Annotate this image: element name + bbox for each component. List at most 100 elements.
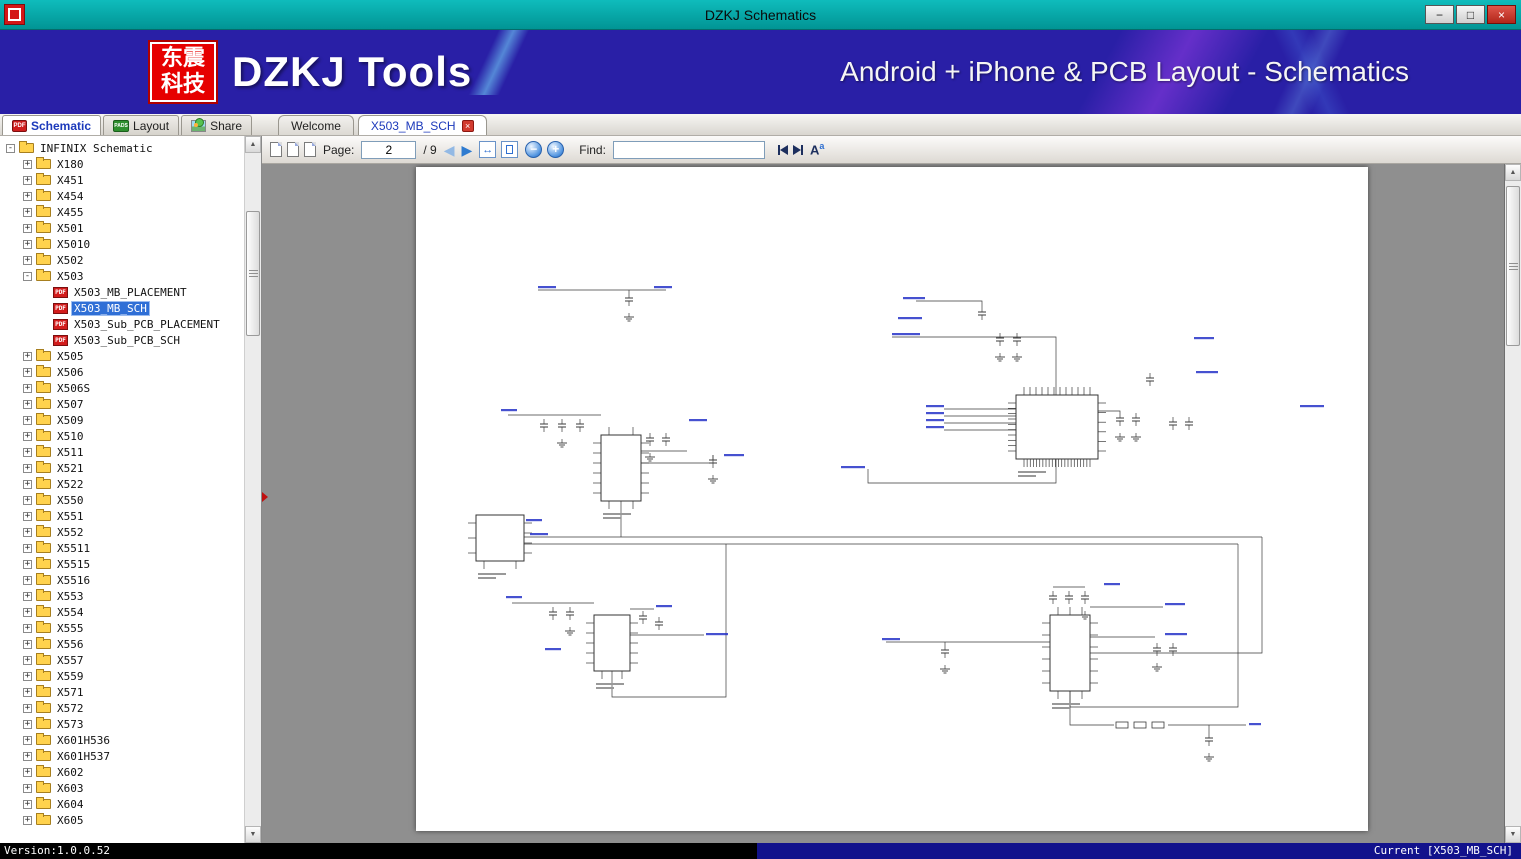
expand-icon[interactable]: +: [23, 799, 32, 809]
expand-icon[interactable]: +: [23, 447, 32, 457]
expand-icon[interactable]: +: [23, 159, 32, 169]
tree-item-folder[interactable]: + X509: [0, 412, 244, 428]
fit-width-icon[interactable]: ↔: [479, 141, 497, 158]
scroll-up-icon[interactable]: ▲: [245, 136, 261, 153]
expand-icon[interactable]: +: [23, 767, 32, 777]
expand-icon[interactable]: +: [23, 191, 32, 201]
tree-item-folder[interactable]: + X451: [0, 172, 244, 188]
tree-item-folder[interactable]: + X5010: [0, 236, 244, 252]
tree-item-folder[interactable]: + X551: [0, 508, 244, 524]
maximize-button[interactable]: □: [1456, 5, 1485, 24]
tree-item-folder[interactable]: + X180: [0, 156, 244, 172]
expand-icon[interactable]: +: [23, 175, 32, 185]
copy-page-icon[interactable]: [287, 139, 305, 157]
tree-item-folder[interactable]: + X506S: [0, 380, 244, 396]
viewer-scrollbar[interactable]: ▲ ▼: [1504, 164, 1521, 843]
tree-item-folder[interactable]: + X522: [0, 476, 244, 492]
expand-icon[interactable]: +: [23, 431, 32, 441]
expand-icon[interactable]: +: [23, 783, 32, 793]
tree-item-folder[interactable]: + X510: [0, 428, 244, 444]
expand-icon[interactable]: +: [23, 639, 32, 649]
tree-item-folder[interactable]: + X502: [0, 252, 244, 268]
expand-icon[interactable]: +: [23, 591, 32, 601]
expand-icon[interactable]: +: [23, 351, 32, 361]
splitter-collapse-arrow[interactable]: [262, 492, 268, 502]
expand-icon[interactable]: +: [23, 367, 32, 377]
collapse-icon[interactable]: -: [23, 271, 32, 281]
find-next-icon[interactable]: [792, 144, 803, 155]
tree-item-folder[interactable]: + X521: [0, 460, 244, 476]
tree-item-folder[interactable]: + X559: [0, 668, 244, 684]
expand-icon[interactable]: +: [23, 527, 32, 537]
tree-item-folder[interactable]: + X604: [0, 796, 244, 812]
tree-item-folder[interactable]: + X571: [0, 684, 244, 700]
expand-icon[interactable]: +: [23, 751, 32, 761]
page-number-input[interactable]: [361, 140, 417, 159]
previous-page-icon[interactable]: ◀: [444, 141, 455, 159]
tree-item-folder[interactable]: + X455: [0, 204, 244, 220]
tree-item-folder[interactable]: + X5516: [0, 572, 244, 588]
expand-icon[interactable]: +: [23, 463, 32, 473]
tab-share[interactable]: Share: [181, 115, 253, 135]
expand-icon[interactable]: +: [23, 479, 32, 489]
close-tab-icon[interactable]: ×: [461, 119, 474, 132]
expand-icon[interactable]: +: [23, 239, 32, 249]
tree-item-folder[interactable]: + X555: [0, 620, 244, 636]
zoom-in-icon[interactable]: +: [547, 141, 565, 158]
tree-item-folder[interactable]: + X573: [0, 716, 244, 732]
expand-icon[interactable]: +: [23, 511, 32, 521]
tree-item-folder[interactable]: + X501: [0, 220, 244, 236]
tree-item-folder[interactable]: + X505: [0, 348, 244, 364]
tree-item-folder[interactable]: + X506: [0, 364, 244, 380]
app-icon[interactable]: [4, 4, 25, 25]
tree-item-folder[interactable]: + X557: [0, 652, 244, 668]
expand-icon[interactable]: +: [23, 815, 32, 825]
tree-scrollbar[interactable]: ▲ ▼: [244, 136, 261, 843]
expand-icon[interactable]: +: [23, 735, 32, 745]
tree-item-folder[interactable]: + X5511: [0, 540, 244, 556]
tab-schematic[interactable]: PDF Schematic: [2, 115, 102, 135]
tree-item-pdf[interactable]: PDF X503_Sub_PCB_PLACEMENT: [0, 316, 244, 332]
doc-tab-welcome[interactable]: Welcome: [278, 115, 354, 135]
minimize-button[interactable]: −: [1425, 5, 1454, 24]
scroll-up-icon[interactable]: ▲: [1505, 164, 1521, 181]
tab-layout[interactable]: PADS Layout: [103, 115, 180, 135]
find-previous-icon[interactable]: [777, 144, 788, 155]
tree-item-folder[interactable]: + X572: [0, 700, 244, 716]
expand-icon[interactable]: +: [23, 671, 32, 681]
expand-icon[interactable]: +: [23, 399, 32, 409]
tree-item-pdf[interactable]: PDF X503_MB_PLACEMENT: [0, 284, 244, 300]
tree-item-folder[interactable]: + X601H537: [0, 748, 244, 764]
tree-item-folder[interactable]: + X511: [0, 444, 244, 460]
next-page-icon[interactable]: ▶: [461, 141, 472, 159]
tree-item-pdf[interactable]: PDF X503_Sub_PCB_SCH: [0, 332, 244, 348]
collapse-icon[interactable]: -: [6, 143, 15, 153]
expand-icon[interactable]: +: [23, 623, 32, 633]
find-input[interactable]: [612, 140, 765, 159]
expand-icon[interactable]: +: [23, 575, 32, 585]
expand-icon[interactable]: +: [23, 207, 32, 217]
expand-icon[interactable]: +: [23, 687, 32, 697]
tree-scrollbar-thumb[interactable]: [246, 211, 260, 336]
export-page-icon[interactable]: [304, 139, 322, 157]
tree-item-folder[interactable]: + X605: [0, 812, 244, 828]
expand-icon[interactable]: +: [23, 415, 32, 425]
tree-item-folder[interactable]: + X5515: [0, 556, 244, 572]
tree-item-folder[interactable]: + X550: [0, 492, 244, 508]
tree-item-folder[interactable]: - X503: [0, 268, 244, 284]
expand-icon[interactable]: +: [23, 255, 32, 265]
tree-item-folder[interactable]: + X554: [0, 604, 244, 620]
tree-item-folder[interactable]: - INFINIX Schematic: [0, 140, 244, 156]
doc-tab-x503-mb-sch[interactable]: X503_MB_SCH ×: [357, 115, 487, 135]
pages-icon[interactable]: [270, 139, 288, 157]
expand-icon[interactable]: +: [23, 655, 32, 665]
expand-icon[interactable]: +: [23, 607, 32, 617]
tree-item-folder[interactable]: + X603: [0, 780, 244, 796]
close-button[interactable]: ×: [1487, 5, 1516, 24]
tree-item-folder[interactable]: + X552: [0, 524, 244, 540]
zoom-out-icon[interactable]: −: [525, 141, 543, 158]
scroll-down-icon[interactable]: ▼: [1505, 826, 1521, 843]
tree-item-folder[interactable]: + X454: [0, 188, 244, 204]
scroll-down-icon[interactable]: ▼: [245, 826, 261, 843]
viewer-scrollbar-thumb[interactable]: [1506, 186, 1520, 346]
